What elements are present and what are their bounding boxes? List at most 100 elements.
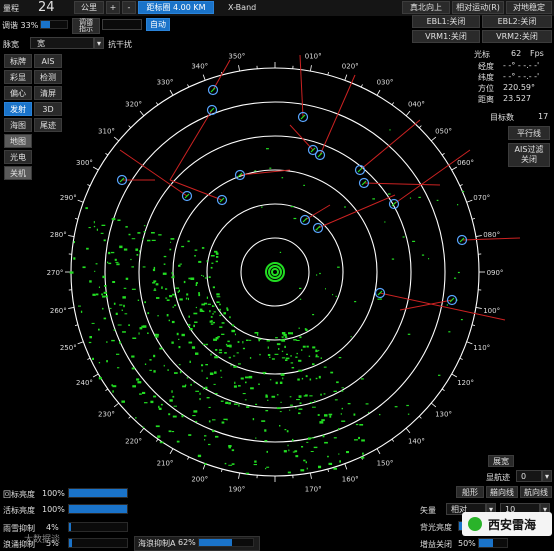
echo-speck <box>258 339 261 340</box>
echo-speck <box>295 407 296 409</box>
echo-speck <box>234 382 235 384</box>
echo-speck <box>362 453 364 455</box>
echo-speck <box>234 385 237 387</box>
echo-speck <box>341 421 345 422</box>
echo-speck <box>309 395 312 396</box>
echo-speck <box>261 420 265 422</box>
echo-speck <box>104 285 107 287</box>
echo-speck <box>462 191 464 192</box>
bearing-tick <box>472 325 475 326</box>
echo-speck <box>190 278 194 281</box>
echo-speck <box>368 412 369 413</box>
sea-clutter-bar[interactable] <box>198 538 254 547</box>
echo-speck <box>227 341 229 343</box>
echo-speck <box>216 293 219 295</box>
echo-speck <box>173 275 174 277</box>
echo-speck <box>219 315 221 316</box>
echo-speck <box>389 129 390 130</box>
echo-speck <box>246 473 249 474</box>
bearing-tick <box>452 374 457 377</box>
gain-off-bar[interactable] <box>478 538 508 548</box>
echo-speck <box>217 296 221 297</box>
heading-line-button[interactable]: 艏向线 <box>486 486 518 498</box>
ais-targets[interactable] <box>118 86 467 305</box>
target-vector-10 <box>318 195 395 228</box>
echo-speck <box>70 271 74 273</box>
echo-speck <box>189 328 192 330</box>
bearing-label-18: 190° <box>228 486 245 494</box>
backlight-label: 背光亮度 <box>420 522 452 533</box>
echo-speck <box>408 334 411 335</box>
echo-speck <box>233 366 237 368</box>
echo-speck <box>112 390 113 392</box>
track-line-button[interactable]: 航向线 <box>520 486 552 498</box>
echo-speck <box>182 386 186 388</box>
echo-speck <box>157 315 159 316</box>
slider-bar-3[interactable] <box>68 522 128 532</box>
echo-speck <box>262 372 266 373</box>
echo-speck <box>296 340 300 341</box>
bearing-label-3: 030° <box>377 78 394 86</box>
echo-speck <box>342 408 343 409</box>
echo-speck <box>204 303 207 305</box>
echo-speck <box>269 357 270 358</box>
bearing-tick <box>345 464 347 470</box>
echo-speck <box>249 376 253 379</box>
echo-speck <box>290 355 291 357</box>
echo-speck <box>171 342 173 344</box>
echo-speck <box>169 320 170 322</box>
echo-speck <box>205 387 207 389</box>
echo-speck <box>298 413 301 415</box>
echo-speck <box>249 340 251 341</box>
sea-clutter-value: 62% <box>178 538 196 547</box>
echo-speck <box>154 288 155 289</box>
echo-speck <box>238 341 240 343</box>
echo-speck <box>128 324 130 326</box>
echo-speck <box>224 352 227 354</box>
echo-speck <box>412 241 415 242</box>
echo-speck <box>339 357 342 358</box>
echo-speck <box>135 417 136 419</box>
echo-speck <box>94 221 95 223</box>
echo-speck <box>339 460 341 462</box>
echo-speck <box>228 465 232 466</box>
ship-shape-button[interactable]: 船形 <box>456 486 484 498</box>
echo-speck <box>119 304 122 305</box>
bearing-tick <box>452 167 457 170</box>
bearing-tick <box>188 84 189 87</box>
bearing-tick <box>68 307 74 308</box>
echo-speck <box>336 296 337 297</box>
ais-target-heading <box>316 226 320 230</box>
echo-speck <box>312 363 315 365</box>
bearing-label-23: 240° <box>76 379 93 387</box>
echo-speck <box>303 185 305 186</box>
echo-speck <box>250 357 251 359</box>
echo-speck <box>265 395 268 397</box>
echo-speck <box>279 425 280 427</box>
echo-speck <box>116 313 118 315</box>
echo-speck <box>257 334 258 336</box>
echo-speck <box>220 370 221 372</box>
echo-speck <box>226 307 228 309</box>
radar-scope[interactable]: 350°010°020°030°040°050°060°070°080°090°… <box>0 0 554 550</box>
echo-speck <box>280 382 283 384</box>
track-points-select[interactable]: 0 <box>516 470 542 482</box>
slider-bar-2[interactable] <box>68 504 128 514</box>
echo-speck <box>265 410 268 411</box>
bearing-tick <box>377 449 380 454</box>
echo-speck <box>174 406 177 407</box>
bearing-tick <box>476 307 482 308</box>
echo-speck <box>153 269 155 271</box>
echo-speck <box>86 248 89 250</box>
echo-speck <box>211 263 213 264</box>
echo-speck <box>117 220 120 222</box>
expand-button[interactable]: 展宽 <box>488 455 514 467</box>
slider-bar-4[interactable] <box>68 538 128 548</box>
echo-speck <box>225 463 227 464</box>
slider-bar-1[interactable] <box>68 488 128 498</box>
echo-speck <box>97 229 98 231</box>
echo-speck <box>334 437 337 438</box>
vector-label: 矢量 <box>420 505 436 516</box>
track-points-dropdown-icon[interactable]: ▾ <box>542 470 552 482</box>
echo-speck <box>222 322 225 324</box>
